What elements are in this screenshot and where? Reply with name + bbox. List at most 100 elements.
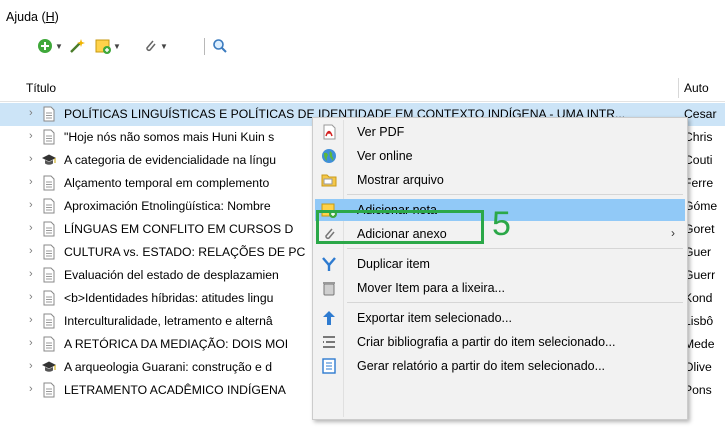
- row-author: Guerr: [684, 268, 716, 282]
- document-icon: [43, 221, 55, 237]
- document-icon: [43, 129, 55, 145]
- add-by-identifier-button[interactable]: [68, 37, 86, 55]
- toolbar: ▼ ▼ ▼: [0, 34, 725, 60]
- document-icon: [43, 336, 55, 352]
- chevron-down-icon: ▼: [113, 41, 121, 51]
- menu-item-label: Ver PDF: [357, 125, 405, 139]
- chevron-right-icon[interactable]: ›: [29, 314, 39, 328]
- menu-item-label: Ver online: [357, 149, 413, 163]
- chevron-right-icon[interactable]: ›: [29, 245, 39, 259]
- chevron-right-icon[interactable]: ›: [29, 383, 39, 397]
- menu-item-move-to-trash[interactable]: Mover Item para a lixeira...: [315, 277, 685, 299]
- chevron-right-icon[interactable]: ›: [29, 291, 39, 305]
- row-title: Interculturalidade, letramento e alternâ: [64, 314, 273, 328]
- row-author: Guer: [684, 245, 712, 259]
- menu-item-duplicate[interactable]: Duplicar item: [315, 253, 685, 275]
- graduation-cap-icon: [42, 361, 56, 372]
- toolbar-separator: [204, 38, 205, 55]
- menu-bar: Ajuda (H): [0, 0, 725, 30]
- chevron-right-icon[interactable]: ›: [29, 130, 39, 144]
- new-item-button[interactable]: ▼: [37, 37, 63, 55]
- menu-item-label: Criar bibliografia a partir do item sele…: [357, 335, 616, 349]
- row-title: <b>Identidades híbridas: atitudes lingu: [64, 291, 274, 305]
- menu-item-label: Duplicar item: [357, 257, 430, 271]
- row-title: A arqueologia Guarani: construção e d: [64, 360, 273, 374]
- menu-separator: [347, 194, 683, 195]
- row-author: Couti: [684, 153, 713, 167]
- new-note-icon: [95, 39, 111, 54]
- row-author: Kond: [684, 291, 713, 305]
- row-author: Olive: [684, 360, 712, 374]
- row-author: Pons: [684, 383, 712, 397]
- menu-item-label: Mover Item para a lixeira...: [357, 281, 505, 295]
- highlight-callout-box: [316, 210, 484, 244]
- row-title: LETRAMENTO ACADÊMICO INDÍGENA: [64, 383, 286, 397]
- document-icon: [43, 382, 55, 398]
- row-author: Chris: [684, 130, 713, 144]
- items-table-header: Título Auto: [0, 75, 725, 102]
- add-circle-icon: [38, 39, 52, 53]
- chevron-right-icon: ›: [671, 226, 675, 240]
- export-icon: [323, 311, 335, 325]
- new-note-button[interactable]: ▼: [95, 37, 121, 55]
- column-title[interactable]: Título: [26, 81, 56, 95]
- chevron-right-icon[interactable]: ›: [29, 268, 39, 282]
- document-icon: [43, 198, 55, 214]
- row-title: "Hoje nós não somos mais Huni Kuin s: [64, 130, 275, 144]
- row-author: Cesar: [684, 107, 717, 121]
- context-menu: Ver PDF Ver online Mostrar arquivo Adici…: [312, 117, 688, 420]
- graduation-cap-icon: [42, 154, 56, 165]
- row-author: Mede: [684, 337, 715, 351]
- menu-item-view-online[interactable]: Ver online: [315, 145, 685, 167]
- row-title: A RETÓRICA DA MEDIAÇÃO: DOIS MOI: [64, 337, 289, 351]
- menu-item-label: Exportar item selecionado...: [357, 311, 512, 325]
- chevron-right-icon[interactable]: ›: [29, 107, 39, 121]
- menu-separator: [347, 302, 683, 303]
- row-title: Alçamento temporal em complemento: [64, 176, 270, 190]
- chevron-down-icon: ▼: [55, 41, 63, 51]
- row-title: Evaluación del estado de desplazamien: [64, 268, 279, 282]
- row-title: LÍNGUAS EM CONFLITO EM CURSOS D: [64, 222, 294, 236]
- row-author: Ferre: [684, 176, 714, 190]
- menu-item-label: Gerar relatório a partir do item selecio…: [357, 359, 606, 373]
- document-icon: [43, 106, 55, 122]
- document-icon: [43, 267, 55, 283]
- chevron-right-icon[interactable]: ›: [29, 360, 39, 374]
- document-icon: [43, 244, 55, 260]
- chevron-right-icon[interactable]: ›: [29, 199, 39, 213]
- document-icon: [43, 313, 55, 329]
- search-button[interactable]: [212, 37, 228, 55]
- folder-icon: [321, 174, 337, 187]
- chevron-right-icon[interactable]: ›: [29, 153, 39, 167]
- menu-help[interactable]: Ajuda (H): [6, 10, 59, 24]
- menu-item-create-bibliography[interactable]: Criar bibliografia a partir do item sele…: [315, 331, 685, 353]
- chevron-right-icon[interactable]: ›: [29, 176, 39, 190]
- menu-separator: [347, 248, 683, 249]
- trash-icon: [323, 282, 335, 296]
- row-title: CULTURA vs. ESTADO: RELAÇÕES DE PC: [64, 245, 306, 259]
- search-icon: [213, 39, 227, 53]
- row-title: A categoria de evidencialidade na língu: [64, 153, 277, 167]
- menu-item-export[interactable]: Exportar item selecionado...: [315, 307, 685, 329]
- column-divider[interactable]: [678, 78, 679, 98]
- menu-item-show-file[interactable]: Mostrar arquivo: [315, 169, 685, 191]
- document-icon: [43, 290, 55, 306]
- menu-item-generate-report[interactable]: Gerar relatório a partir do item selecio…: [315, 355, 685, 377]
- chevron-down-icon: ▼: [160, 41, 168, 51]
- chevron-right-icon[interactable]: ›: [29, 337, 39, 351]
- menu-item-view-pdf[interactable]: Ver PDF: [315, 121, 685, 143]
- add-attachment-button[interactable]: ▼: [142, 37, 168, 55]
- row-author: Goret: [684, 222, 715, 236]
- document-icon: [43, 175, 55, 191]
- row-author: Góme: [684, 199, 718, 213]
- duplicate-icon: [322, 257, 336, 271]
- pdf-icon: [323, 124, 336, 140]
- chevron-right-icon[interactable]: ›: [29, 222, 39, 236]
- magic-wand-icon: [70, 39, 85, 53]
- paperclip-icon: [146, 40, 156, 52]
- column-author[interactable]: Auto: [684, 81, 709, 95]
- globe-icon: [322, 149, 336, 163]
- menu-item-label: Mostrar arquivo: [357, 173, 444, 187]
- row-author: Lisbô: [684, 314, 714, 328]
- bibliography-icon: [323, 336, 335, 348]
